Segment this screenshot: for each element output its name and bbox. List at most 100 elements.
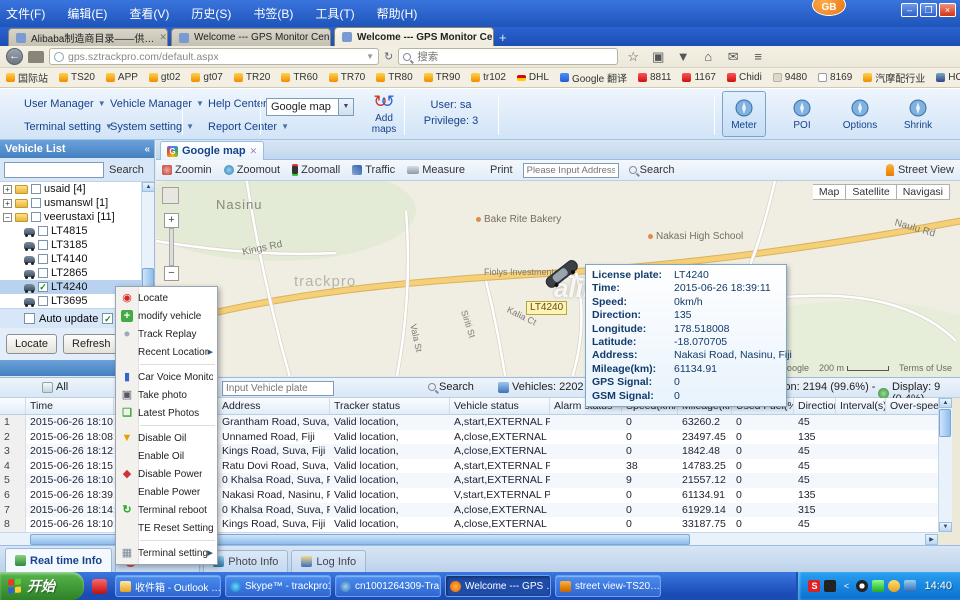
context-menu-item[interactable]: Track Replay ▶ <box>116 325 217 343</box>
browser-search-box[interactable] <box>398 48 618 65</box>
bookmark-item[interactable]: 9480 <box>773 72 807 83</box>
tree-expander-icon[interactable]: + <box>3 199 12 208</box>
map-pan-control[interactable] <box>162 187 179 204</box>
bookmark-item[interactable]: tr102 <box>471 72 506 83</box>
map-type-button[interactable]: Satellite <box>846 184 896 200</box>
vehicle-group-row[interactable]: − veerustaxi [11] <box>0 210 155 224</box>
context-menu-item[interactable]: Enable Oil ▶ <box>116 447 217 465</box>
google-map-tab[interactable]: G Google map ✕ <box>160 141 264 160</box>
start-button[interactable]: 开始 <box>0 572 84 600</box>
plate-filter-input[interactable] <box>222 381 334 396</box>
taskbar-task-button[interactable]: Skype™ - trackpro10 <box>225 575 331 597</box>
group-checkbox[interactable] <box>31 212 41 222</box>
reload-button[interactable]: ↻ <box>384 50 393 63</box>
group-checkbox[interactable] <box>31 198 41 208</box>
browser-search-input[interactable] <box>415 50 613 64</box>
plate-filter-field[interactable] <box>222 381 334 396</box>
briefcase-icon[interactable] <box>28 51 44 63</box>
address-bar[interactable]: gps.sztrackpro.com/default.aspx ▼ <box>49 48 379 65</box>
bookmark-item[interactable]: TR70 <box>329 72 365 83</box>
vehicle-checkbox[interactable] <box>38 226 48 236</box>
bookmark-item[interactable]: APP <box>106 72 138 83</box>
toolbar-menu-button[interactable]: Report Center ▼ <box>190 118 289 135</box>
vehicle-checkbox[interactable] <box>38 296 48 306</box>
map-toolbar-button[interactable]: Zoomout <box>224 164 280 176</box>
context-menu-item[interactable]: Take photo ▶ <box>116 386 217 404</box>
toolbar-mode-button[interactable]: Shrink <box>896 91 940 137</box>
bookmark-item[interactable]: TR90 <box>424 72 460 83</box>
vehicle-checkbox[interactable] <box>38 254 48 264</box>
context-menu-item[interactable]: Recent Location ▶ <box>116 343 217 361</box>
context-menu-item[interactable]: Terminal setting ▶ <box>116 544 217 562</box>
quick-launch-icon[interactable] <box>92 579 107 594</box>
context-menu-item[interactable]: Terminal reboot ▶ <box>116 501 217 519</box>
vehicle-checkbox[interactable] <box>38 282 48 292</box>
bookmark-item[interactable]: HOXD <box>936 72 960 83</box>
context-menu-item[interactable] <box>140 361 215 365</box>
context-menu-item[interactable]: TE Reset Setting ▶ <box>116 519 217 537</box>
qq-tray-icon[interactable] <box>856 580 868 592</box>
browser-tab[interactable]: Alibaba制造商目录——供… ✕ <box>8 28 168 46</box>
map-type-button[interactable]: Map <box>813 184 846 200</box>
browser-menu-item[interactable]: 编辑(E) <box>67 5 107 22</box>
scroll-down-icon[interactable]: ▼ <box>939 522 952 532</box>
map-toolbar-button[interactable]: Print <box>477 164 513 176</box>
chat-icon[interactable]: ✉ <box>723 49 743 65</box>
zoom-slider[interactable] <box>169 228 174 266</box>
bookmark-item[interactable]: Chidi <box>727 72 762 83</box>
map-canvas[interactable]: trackpro alibaba.com NasinuKings RdBake … <box>156 181 960 376</box>
bookmark-item[interactable]: 汽摩配行业 <box>863 70 925 85</box>
bookmark-item[interactable]: 8811 <box>638 72 672 83</box>
bookmark-item[interactable]: 国际站 <box>6 70 48 85</box>
bookmark-item[interactable]: 8169 <box>818 72 852 83</box>
map-search-button[interactable]: Search <box>629 164 675 176</box>
grid-header-cell[interactable]: Direction <box>794 398 836 415</box>
street-view-button[interactable]: Street View <box>886 164 954 176</box>
vehicle-row[interactable]: LT4140 <box>0 252 155 266</box>
close-button[interactable]: × <box>939 3 956 17</box>
toolbar-mode-button[interactable]: POI <box>780 91 824 137</box>
vehicle-checkbox[interactable] <box>38 240 48 250</box>
group-checkbox[interactable] <box>31 184 41 194</box>
context-menu-item[interactable] <box>140 422 215 426</box>
context-menu-item[interactable]: modify vehicle ▶ <box>116 307 217 325</box>
browser-menu-item[interactable]: 查看(V) <box>129 5 169 22</box>
new-tab-button[interactable]: + <box>499 30 507 46</box>
browser-menu-item[interactable]: 历史(S) <box>191 5 231 22</box>
back-button[interactable]: ← <box>6 48 23 65</box>
grid-header-cell[interactable]: Interval(s) <box>836 398 886 415</box>
browser-tab[interactable]: Welcome --- GPS Monitor Cen… ✕ <box>334 27 494 46</box>
map-provider-select[interactable]: Google map ▼ <box>266 98 354 116</box>
context-menu-item[interactable] <box>140 537 215 541</box>
vehicle-group-row[interactable]: + usmanswl [1] <box>0 196 155 210</box>
terms-link[interactable]: Terms of Use <box>899 363 952 373</box>
tree-expander-icon[interactable]: − <box>3 213 12 222</box>
zoom-out-button[interactable]: − <box>164 266 179 281</box>
browser-menu-item[interactable]: 工具(T) <box>315 5 354 22</box>
map-toolbar-button[interactable]: Traffic <box>352 164 395 176</box>
bookmark-item[interactable]: gt02 <box>149 72 180 83</box>
vehicle-search-input[interactable] <box>4 162 104 178</box>
toolbar-mode-button[interactable]: Options <box>838 91 882 137</box>
vehicle-list-button[interactable]: Refresh <box>63 334 120 354</box>
context-menu-item[interactable]: Disable Oil ▶ <box>116 429 217 447</box>
collapse-panel-icon[interactable]: « <box>144 144 150 155</box>
grid-all-button[interactable]: All <box>42 381 68 393</box>
context-menu-item[interactable]: Latest Photos ▶ <box>116 404 217 422</box>
context-menu-item[interactable]: Car Voice Monitor ▶ <box>116 368 217 386</box>
tab-close-icon[interactable]: ✕ <box>250 146 258 157</box>
auto-update-checkbox-left[interactable] <box>24 313 35 324</box>
minimize-button[interactable]: – <box>901 3 918 17</box>
vehicle-group-row[interactable]: + usaid [4] <box>0 182 155 196</box>
downloads-icon[interactable]: ▼ <box>673 49 693 64</box>
context-menu-item[interactable]: Enable Power ▶ <box>116 483 217 501</box>
bottom-tab[interactable]: Log Info <box>291 550 366 572</box>
bookmark-star-icon[interactable]: ☆ <box>623 49 643 65</box>
map-toolbar-button[interactable]: Measure <box>407 164 465 176</box>
home-icon[interactable]: ⌂ <box>698 49 718 64</box>
bookmark-item[interactable]: TR80 <box>376 72 412 83</box>
bookmark-item[interactable]: DHL <box>517 72 549 83</box>
toolbar-menu-button[interactable]: System setting ▼ <box>92 118 204 135</box>
context-menu-item[interactable]: Disable Power ▶ <box>116 465 217 483</box>
bookmark-item[interactable]: Google 翻译 <box>560 70 627 85</box>
